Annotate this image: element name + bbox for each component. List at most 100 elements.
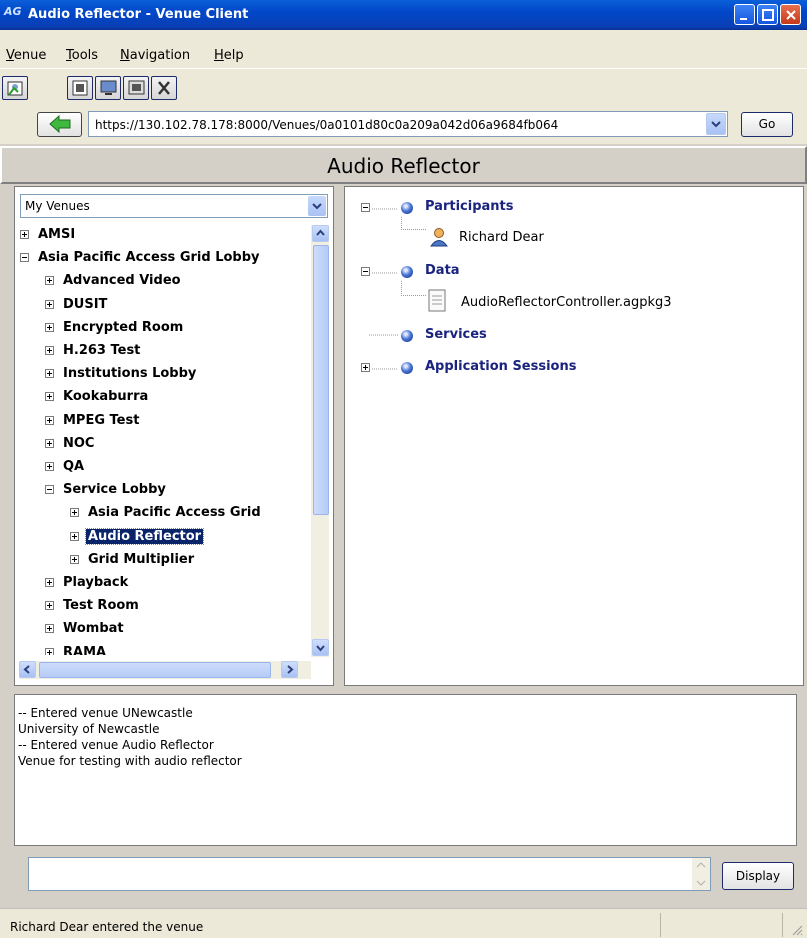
tree-item-label: Institutions Lobby	[63, 366, 197, 382]
expand-icon[interactable]	[45, 647, 54, 655]
expand-icon[interactable]	[45, 322, 54, 332]
chevron-down-icon	[316, 645, 325, 652]
chevron-left-icon	[23, 665, 30, 674]
expand-icon[interactable]	[45, 276, 54, 286]
participant-item[interactable]: Richard Dear	[429, 227, 669, 249]
expand-icon[interactable]	[45, 624, 54, 634]
scroll-right-button[interactable]	[281, 661, 298, 678]
my-profile-button[interactable]	[2, 76, 28, 100]
chevron-right-icon	[287, 665, 294, 674]
tree-item-label: Asia Pacific Access Grid Lobby	[38, 250, 260, 266]
collapse-icon[interactable]	[361, 203, 370, 212]
expand-icon[interactable]	[45, 601, 54, 611]
tree-horizontal-scrollbar[interactable]	[19, 661, 311, 679]
tree-item[interactable]: Service Lobby	[45, 480, 311, 502]
expand-icon[interactable]	[45, 415, 54, 425]
expand-icon[interactable]	[70, 508, 79, 518]
scroll-up-button[interactable]	[312, 225, 329, 242]
chevron-up-icon	[316, 229, 325, 236]
minimize-icon	[740, 18, 747, 20]
venue-url-field[interactable]: https://130.102.78.178:8000/Venues/0a010…	[88, 111, 728, 137]
display-button[interactable]: Display	[722, 862, 794, 890]
tree-item[interactable]: Asia Pacific Access Grid Lobby	[20, 248, 311, 270]
expand-icon[interactable]	[70, 531, 79, 541]
back-button[interactable]	[37, 112, 82, 137]
participant-name: Richard Dear	[459, 230, 544, 245]
data-item[interactable]: AudioReflectorController.agpkg3	[427, 289, 767, 315]
expand-icon[interactable]	[45, 346, 54, 355]
node-management-button[interactable]	[123, 76, 149, 100]
tree-item-label: QA	[63, 459, 85, 474]
tree-item[interactable]: Advanced Video	[45, 271, 311, 293]
chevron-down-icon	[312, 203, 322, 210]
expand-icon[interactable]	[361, 363, 370, 372]
tree-vertical-scrollbar[interactable]	[311, 225, 329, 657]
tree-item[interactable]: Playback	[45, 573, 311, 595]
status-text: Richard Dear entered the venue	[10, 920, 204, 934]
tree-item[interactable]: Encrypted Room	[45, 318, 311, 340]
resize-grip-icon[interactable]	[790, 923, 804, 937]
tree-item[interactable]: NOC	[45, 434, 311, 456]
menu-help[interactable]: Help	[214, 48, 244, 63]
tree-item[interactable]: Asia Pacific Access Grid	[70, 503, 311, 525]
url-dropdown-button[interactable]	[706, 113, 726, 135]
scrollbar-thumb[interactable]	[39, 662, 271, 678]
tree-item[interactable]: Audio Reflector	[70, 527, 311, 549]
services-node[interactable]: Services	[401, 325, 601, 347]
maximize-button[interactable]	[757, 4, 778, 25]
data-node[interactable]: Data	[361, 261, 621, 283]
chevron-down-icon	[711, 121, 721, 128]
expand-icon[interactable]	[45, 578, 54, 587]
collapse-icon[interactable]	[361, 267, 370, 276]
tree-item-label: Asia Pacific Access Grid	[88, 505, 261, 521]
venue-list-selector[interactable]: My Venues	[20, 194, 328, 218]
collapse-icon[interactable]	[45, 485, 54, 495]
minimize-button[interactable]	[734, 4, 755, 25]
tree-item[interactable]: RAMA	[45, 643, 311, 655]
tree-item[interactable]: Kookaburra	[45, 387, 311, 409]
go-button[interactable]: Go	[741, 112, 793, 137]
event-log[interactable]: -- Entered venue UNewcastle University o…	[14, 694, 797, 846]
tree-item[interactable]: DUSIT	[45, 295, 311, 317]
expand-icon[interactable]	[45, 462, 54, 471]
menu-navigation[interactable]: Navigation	[120, 48, 190, 63]
tree-item[interactable]: Institutions Lobby	[45, 364, 311, 386]
category-icon	[401, 362, 413, 374]
close-icon	[786, 10, 796, 20]
expand-icon[interactable]	[20, 230, 29, 239]
tree-item-label: DUSIT	[63, 296, 108, 312]
chat-input[interactable]	[28, 857, 711, 891]
expand-icon[interactable]	[45, 299, 54, 309]
menu-venue[interactable]: Venue	[6, 48, 46, 63]
venue-tree: AMSI Asia Pacific Access Grid Lobby Advanc…	[20, 225, 311, 655]
tree-item-label: Kookaburra	[63, 389, 149, 405]
tree-item-label: AMSI	[38, 227, 76, 242]
collapse-icon[interactable]	[20, 253, 29, 263]
tree-item[interactable]: Test Room	[45, 596, 311, 618]
scroll-down-button[interactable]	[312, 639, 329, 656]
monitor-icon	[100, 80, 117, 95]
expand-icon[interactable]	[45, 392, 54, 402]
window-title: Audio Reflector - Venue Client	[28, 7, 249, 22]
preferences-button[interactable]	[151, 76, 177, 100]
tree-item[interactable]: AMSI	[20, 225, 311, 247]
expand-icon[interactable]	[45, 438, 54, 448]
venue-page-button[interactable]	[67, 76, 93, 100]
participants-node[interactable]: Participants	[361, 197, 621, 219]
venue-list-dropdown-button[interactable]	[308, 196, 326, 216]
tree-item-label: Playback	[63, 575, 129, 590]
tree-item[interactable]: MPEG Test	[45, 411, 311, 433]
scrollbar-thumb[interactable]	[313, 245, 329, 515]
tree-item[interactable]: Grid Multiplier	[70, 550, 311, 572]
chat-input-scrollbar[interactable]	[692, 858, 710, 890]
expand-icon[interactable]	[45, 369, 54, 379]
tree-item[interactable]: H.263 Test	[45, 341, 311, 363]
scroll-left-button[interactable]	[19, 661, 36, 678]
monitor-button[interactable]	[95, 76, 121, 100]
tree-item[interactable]: Wombat	[45, 619, 311, 641]
menu-tools[interactable]: Tools	[66, 48, 98, 63]
close-button[interactable]	[780, 4, 801, 25]
expand-icon[interactable]	[70, 554, 79, 564]
tree-item[interactable]: QA	[45, 457, 311, 479]
application-sessions-node[interactable]: Application Sessions	[361, 357, 661, 379]
